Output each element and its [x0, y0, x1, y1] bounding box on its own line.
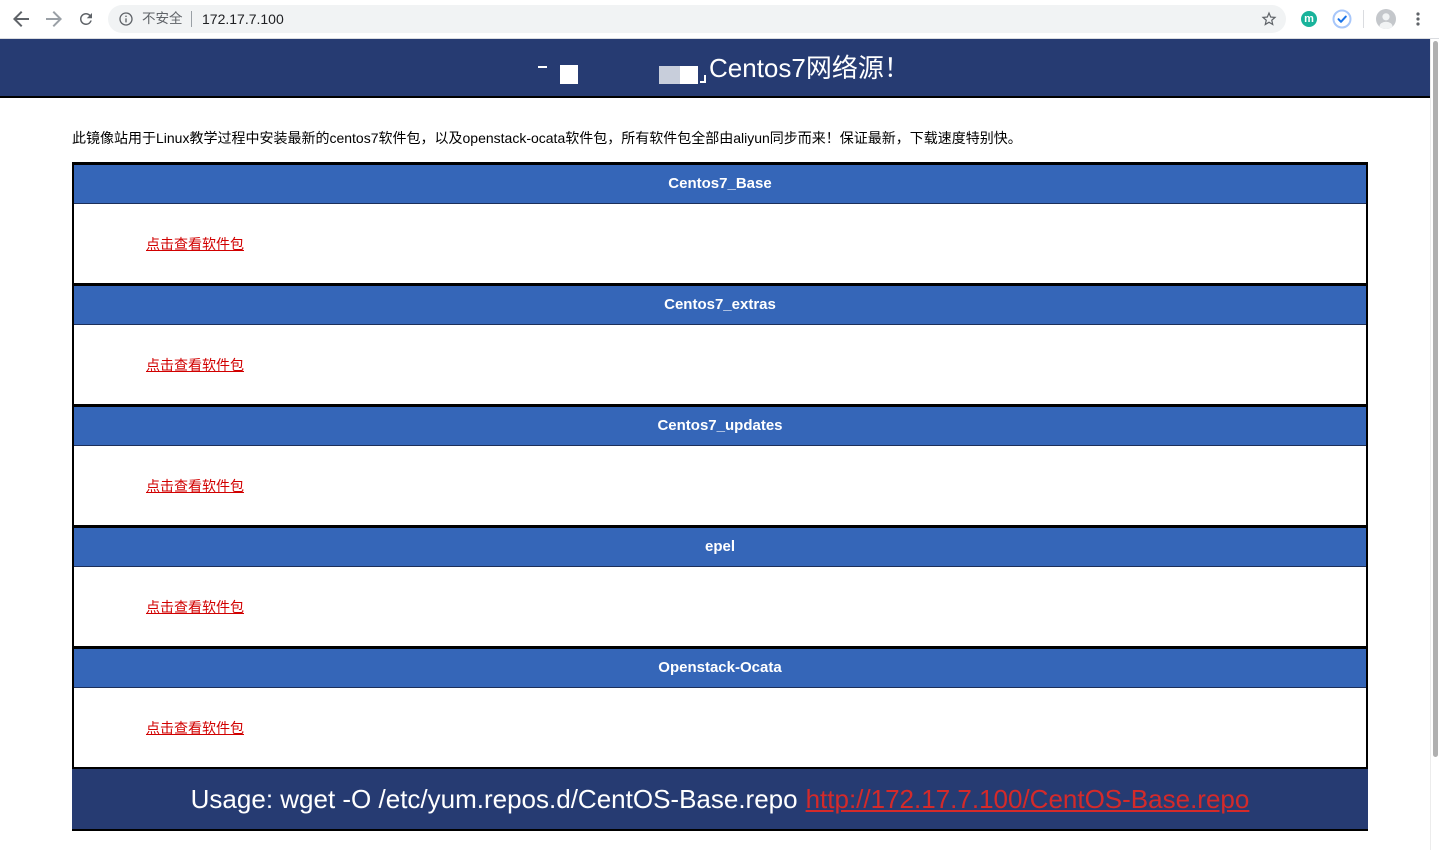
redaction-block: [680, 66, 698, 84]
redaction-block: [560, 65, 578, 84]
intro-text: 此镜像站用于Linux教学过程中安装最新的centos7软件包，以及openst…: [72, 130, 1022, 146]
repo-section-body: 点击查看软件包: [74, 325, 1366, 404]
repo-section-header: Openstack-Ocata: [74, 649, 1366, 688]
redaction-block: [659, 66, 680, 84]
repo-section: epel 点击查看软件包: [74, 525, 1366, 646]
view-packages-link[interactable]: 点击查看软件包: [146, 718, 244, 738]
scrollbar-thumb[interactable]: [1433, 41, 1438, 757]
usage-command: Usage: wget -O /etc/yum.repos.d/CentOS-B…: [190, 784, 798, 814]
repo-section-body: 点击查看软件包: [74, 688, 1366, 767]
repo-section-header: Centos7_extras: [74, 286, 1366, 325]
repo-section-body: 点击查看软件包: [74, 204, 1366, 283]
avatar-icon: [1376, 9, 1396, 29]
repo-section: Centos7_updates 点击查看软件包: [74, 404, 1366, 525]
vertical-scrollbar[interactable]: [1430, 39, 1439, 850]
forward-arrow-icon: [46, 11, 62, 27]
browser-menu-button[interactable]: [1410, 11, 1426, 27]
reload-icon: [80, 12, 92, 25]
bookmark-button[interactable]: [1258, 8, 1280, 30]
url-text[interactable]: 172.17.7.100: [202, 5, 284, 33]
repo-section: Centos7_extras 点击查看软件包: [74, 283, 1366, 404]
reload-button[interactable]: [72, 5, 100, 33]
repo-file-link[interactable]: http://172.17.7.100/CentOS-Base.repo: [806, 784, 1250, 814]
security-label[interactable]: 不安全: [142, 5, 183, 33]
repo-section-header: epel: [74, 528, 1366, 567]
redaction-mark: [538, 66, 547, 68]
back-arrow-icon: [13, 11, 29, 27]
m-letter-icon: m: [1304, 13, 1314, 25]
profile-button[interactable]: [1376, 9, 1396, 29]
info-icon: [119, 12, 133, 26]
repo-section-header: Centos7_updates: [74, 407, 1366, 446]
repo-section: Openstack-Ocata 点击查看软件包: [74, 646, 1366, 767]
view-packages-link[interactable]: 点击查看软件包: [146, 234, 244, 254]
browser-toolbar: 不安全 172.17.7.100 m: [0, 0, 1439, 39]
redaction-mark: [700, 75, 706, 83]
repo-section-body: 点击查看软件包: [74, 446, 1366, 525]
forward-button[interactable]: [40, 5, 68, 33]
extension-check-button[interactable]: [1332, 9, 1352, 29]
view-packages-link[interactable]: 点击查看软件包: [146, 597, 244, 617]
repo-section-body: 点击查看软件包: [74, 567, 1366, 646]
site-info-button[interactable]: [118, 11, 134, 27]
view-packages-link[interactable]: 点击查看软件包: [146, 355, 244, 375]
usage-footer: Usage: wget -O /etc/yum.repos.d/CentOS-B…: [72, 769, 1368, 831]
view-packages-link[interactable]: 点击查看软件包: [146, 476, 244, 496]
page-header: Centos7网络源！: [0, 39, 1430, 98]
repo-section: Centos7_Base 点击查看软件包: [74, 162, 1366, 283]
page-title: Centos7网络源！: [709, 53, 910, 83]
star-icon: [1261, 11, 1277, 26]
address-divider: [191, 11, 192, 27]
address-bar[interactable]: 不安全 172.17.7.100: [108, 5, 1286, 33]
more-vert-icon: [1416, 12, 1420, 26]
repo-table: Centos7_Base 点击查看软件包 Centos7_extras 点击查看…: [72, 162, 1368, 769]
extension-m-button[interactable]: m: [1301, 11, 1317, 27]
back-button[interactable]: [7, 5, 35, 33]
check-circle-icon: [1332, 9, 1352, 29]
repo-section-header: Centos7_Base: [74, 165, 1366, 204]
toolbar-divider: [1363, 10, 1364, 28]
